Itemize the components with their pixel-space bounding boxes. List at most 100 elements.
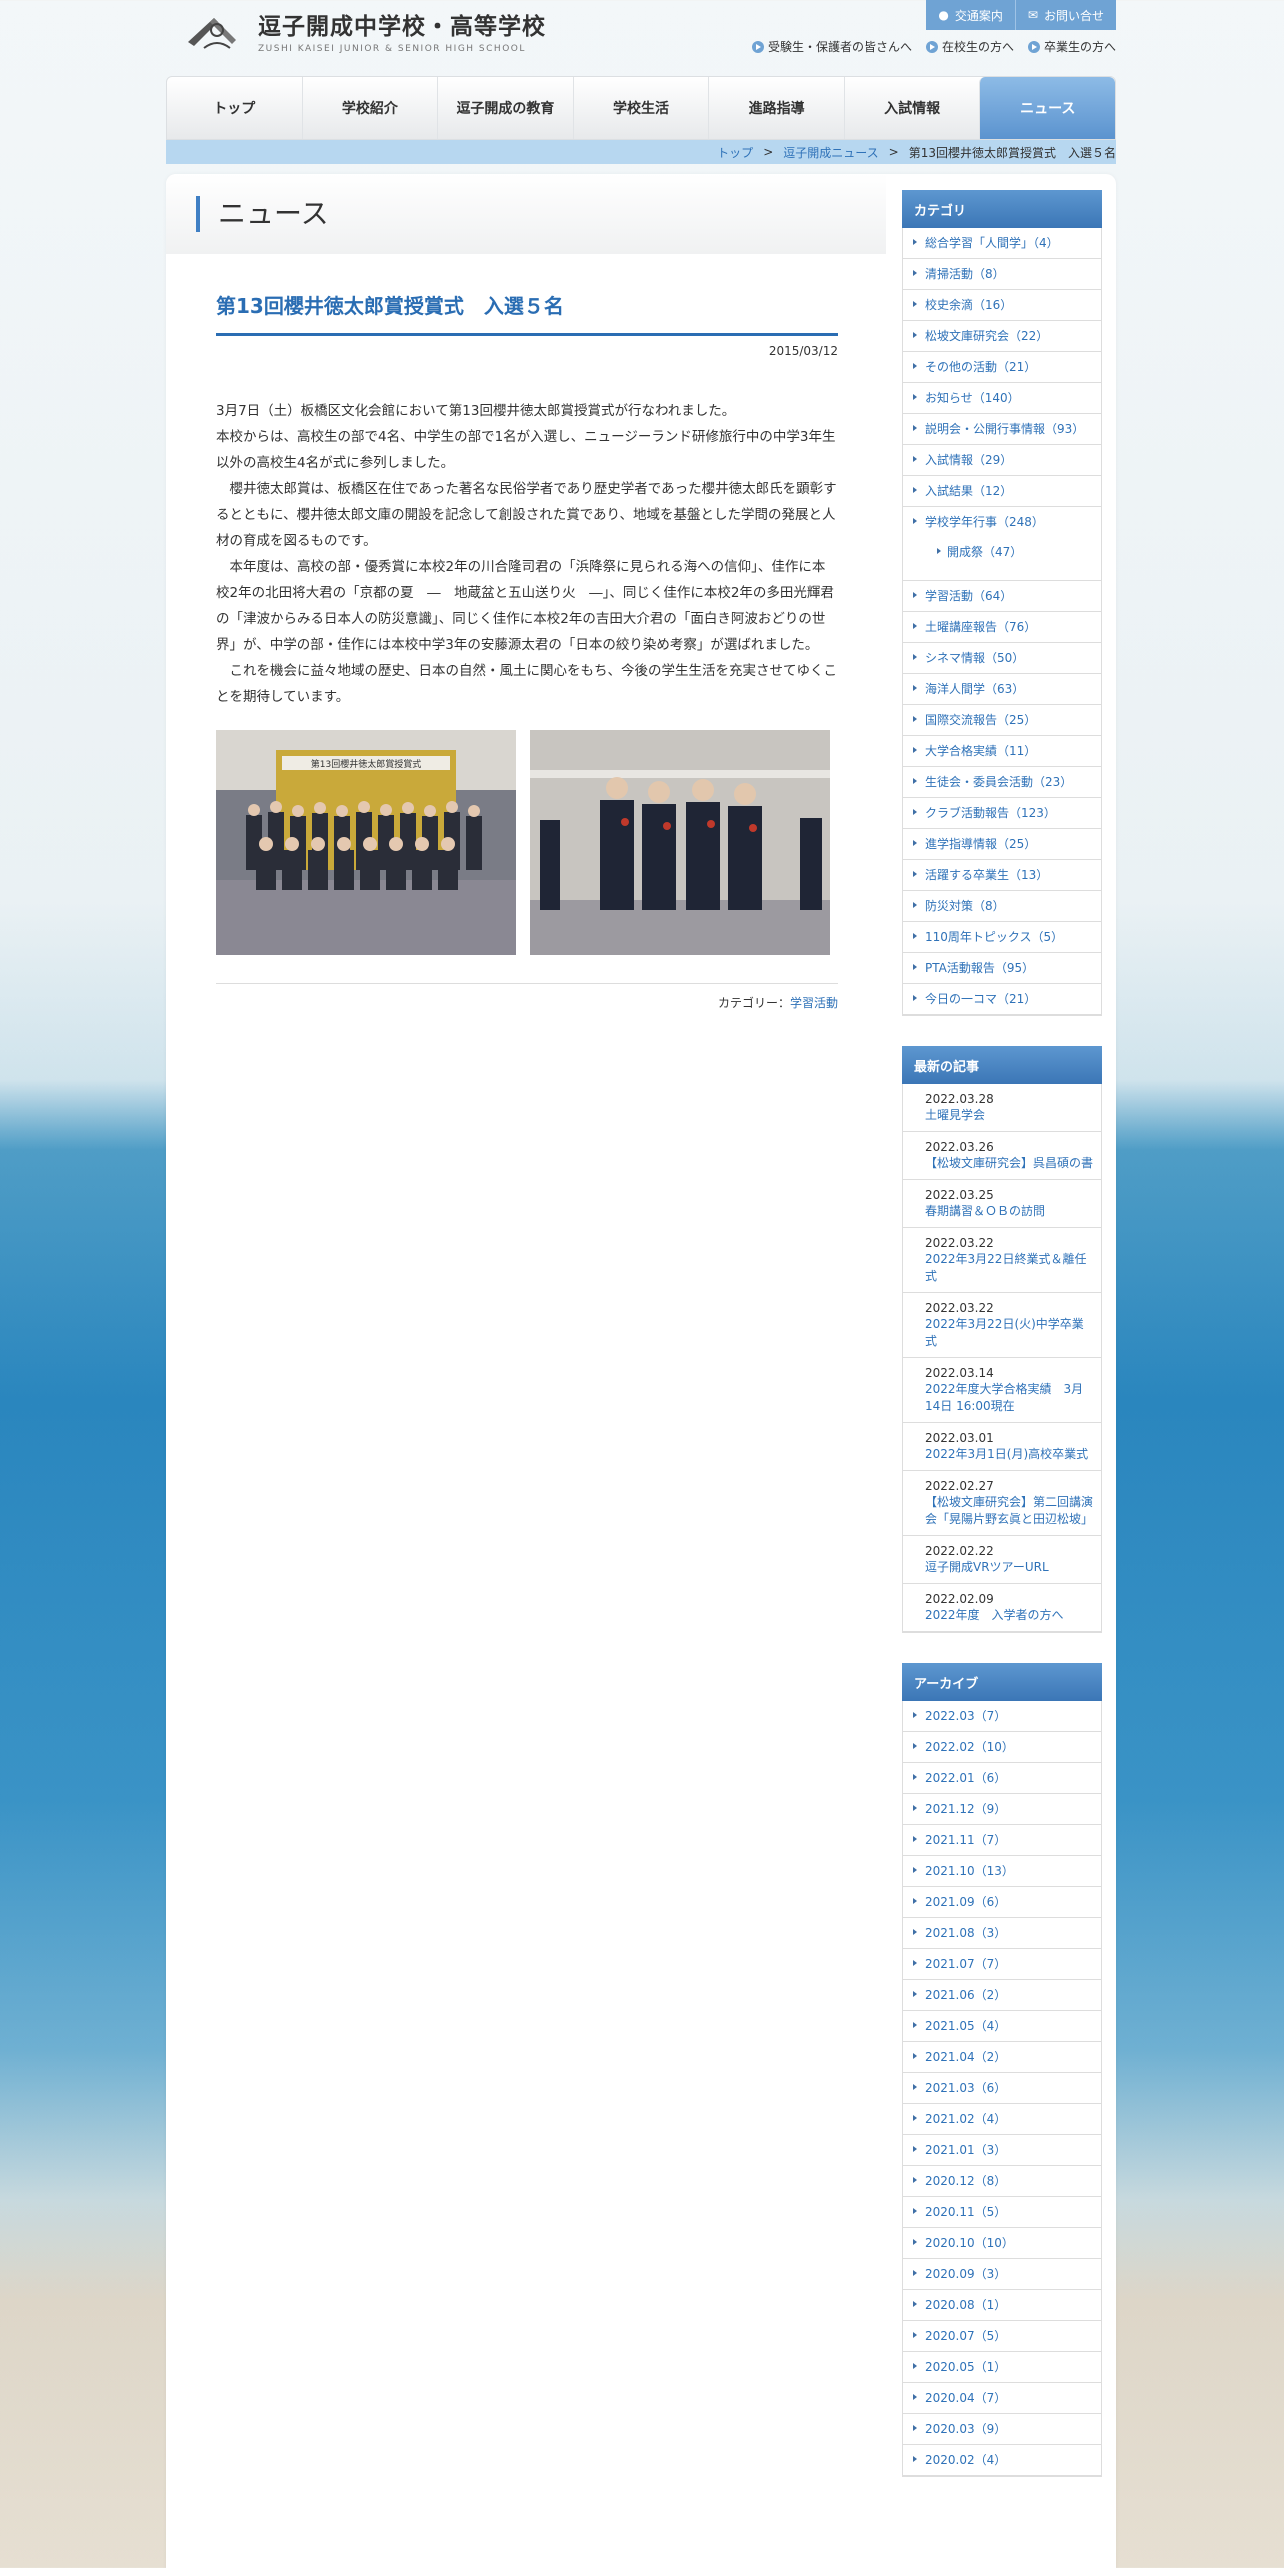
breadcrumb-current: 第13回櫻井徳太郎賞授賞式 入選５名 xyxy=(908,145,1116,160)
archive-item[interactable]: 2020.02（4） xyxy=(903,2445,1101,2476)
recent-title[interactable]: 春期講習＆ＯＢの訪問 xyxy=(925,1203,1093,1220)
category-item[interactable]: その他の活動（21） xyxy=(903,352,1101,383)
nav-news[interactable]: ニュース xyxy=(979,77,1116,139)
category-link[interactable]: 学習活動 xyxy=(790,996,838,1010)
recent-title[interactable]: 2022年3月22日終業式＆離任式 xyxy=(925,1251,1093,1285)
recent-item[interactable]: 2022.03.26 【松坡文庫研究会】呉昌碩の書 xyxy=(903,1132,1101,1180)
category-item[interactable]: 防災対策（8） xyxy=(903,891,1101,922)
archive-item[interactable]: 2022.02（10） xyxy=(903,1732,1101,1763)
archive-item[interactable]: 2020.10（10） xyxy=(903,2228,1101,2259)
archive-item[interactable]: 2020.11（5） xyxy=(903,2197,1101,2228)
recent-item[interactable]: 2022.03.22 2022年3月22日終業式＆離任式 xyxy=(903,1228,1101,1293)
archive-item[interactable]: 2021.10（13） xyxy=(903,1856,1101,1887)
recent-item[interactable]: 2022.02.22 逗子開成VRツアーURL xyxy=(903,1536,1101,1584)
category-item[interactable]: 総合学習「人間学」（4） xyxy=(903,228,1101,259)
recent-item[interactable]: 2022.03.28 土曜見学会 xyxy=(903,1084,1101,1132)
photo-students[interactable] xyxy=(530,730,830,955)
archive-item[interactable]: 2021.08（3） xyxy=(903,1918,1101,1949)
archive-item[interactable]: 2020.08（1） xyxy=(903,2290,1101,2321)
archive-item[interactable]: 2020.12（8） xyxy=(903,2166,1101,2197)
recent-date: 2022.03.01 xyxy=(925,1431,994,1445)
category-item[interactable]: クラブ活動報告（123） xyxy=(903,798,1101,829)
category-item[interactable]: シネマ情報（50） xyxy=(903,643,1101,674)
recent-item[interactable]: 2022.02.09 2022年度 入学者の方へ xyxy=(903,1584,1101,1632)
category-item[interactable]: 110周年トピックス（5） xyxy=(903,922,1101,953)
breadcrumb-top[interactable]: トップ xyxy=(717,144,753,161)
access-button[interactable]: ● 交通案内 xyxy=(926,0,1015,30)
category-item[interactable]: 活躍する卒業生（13） xyxy=(903,860,1101,891)
category-item[interactable]: 学校学年行事（248） xyxy=(903,507,1101,537)
recent-item[interactable]: 2022.03.25 春期講習＆ＯＢの訪問 xyxy=(903,1180,1101,1228)
breadcrumb-separator: > xyxy=(763,145,774,159)
nav-admission[interactable]: 入試情報 xyxy=(843,77,980,139)
category-item[interactable]: 学習活動（64） xyxy=(903,581,1101,612)
category-item[interactable]: 校史余滴（16） xyxy=(903,290,1101,321)
site-logo[interactable]: 逗子開成中学校・高等学校 ZUSHI KAISEI JUNIOR & SENIO… xyxy=(184,12,546,54)
archive-item[interactable]: 2021.04（2） xyxy=(903,2042,1101,2073)
recent-title[interactable]: 【松坡文庫研究会】第二回講演会「晃陽片野玄眞と田辺松坡」 xyxy=(925,1494,1093,1528)
archive-item[interactable]: 2021.07（7） xyxy=(903,1949,1101,1980)
article-footer: カテゴリー：学習活動 xyxy=(216,983,838,1011)
recent-date: 2022.02.27 xyxy=(925,1479,994,1493)
nav-career[interactable]: 進路指導 xyxy=(708,77,844,139)
arrow-circle-icon xyxy=(751,40,764,53)
category-item[interactable]: お知らせ（140） xyxy=(903,383,1101,414)
recent-title[interactable]: 2022年度大学合格実績 3月14日 16:00現在 xyxy=(925,1381,1093,1415)
archive-item[interactable]: 2020.04（7） xyxy=(903,2383,1101,2414)
archive-item[interactable]: 2021.12（9） xyxy=(903,1794,1101,1825)
nav-education[interactable]: 逗子開成の教育 xyxy=(437,77,573,139)
archive-item[interactable]: 2021.03（6） xyxy=(903,2073,1101,2104)
category-item[interactable]: 清掃活動（8） xyxy=(903,259,1101,290)
archive-item[interactable]: 2020.09（3） xyxy=(903,2259,1101,2290)
archive-item[interactable]: 2021.09（6） xyxy=(903,1887,1101,1918)
global-nav: トップ 学校紹介 逗子開成の教育 学校生活 進路指導 入試情報 ニュース xyxy=(166,76,1116,140)
contact-button[interactable]: ✉ お問い合せ xyxy=(1014,0,1116,30)
recent-item[interactable]: 2022.02.27 【松坡文庫研究会】第二回講演会「晃陽片野玄眞と田辺松坡」 xyxy=(903,1471,1101,1536)
recent-title[interactable]: 逗子開成VRツアーURL xyxy=(925,1559,1093,1576)
category-subitem[interactable]: 開成祭（47） xyxy=(903,537,1101,581)
category-item[interactable]: 説明会・公開行事情報（93） xyxy=(903,414,1101,445)
mail-icon: ✉ xyxy=(1027,8,1038,22)
archive-item[interactable]: 2021.05（4） xyxy=(903,2011,1101,2042)
link-students[interactable]: 在校生の方へ xyxy=(925,38,1014,55)
archive-item[interactable]: 2020.05（1） xyxy=(903,2352,1101,2383)
nav-about[interactable]: 学校紹介 xyxy=(301,77,438,139)
archive-item[interactable]: 2021.01（3） xyxy=(903,2135,1101,2166)
article-paragraph: 櫻井徳太郎賞は、板橋区在住であった著名な民俗学者であり歴史学者であった櫻井徳太郎… xyxy=(216,481,837,549)
article-paragraph: これを機会に益々地域の歴史、日本の自然・風土に関心をもち、今後の学生生活を充実さ… xyxy=(216,663,837,705)
nav-top[interactable]: トップ xyxy=(167,77,302,139)
archive-item[interactable]: 2021.11（7） xyxy=(903,1825,1101,1856)
recent-title[interactable]: 2022年度 入学者の方へ xyxy=(925,1607,1093,1624)
link-alumni[interactable]: 卒業生の方へ xyxy=(1027,38,1116,55)
link-applicants[interactable]: 受験生・保護者の皆さんへ xyxy=(751,38,912,55)
category-item[interactable]: 国際交流報告（25） xyxy=(903,705,1101,736)
category-item[interactable]: 大学合格実績（11） xyxy=(903,736,1101,767)
category-item[interactable]: 土曜講座報告（76） xyxy=(903,612,1101,643)
photo-group-ceremony[interactable]: 第13回櫻井徳太郎賞授賞式 xyxy=(216,730,516,955)
recent-title[interactable]: 土曜見学会 xyxy=(925,1107,1093,1124)
category-item[interactable]: 入試情報（29） xyxy=(903,445,1101,476)
category-item[interactable]: 松坡文庫研究会（22） xyxy=(903,321,1101,352)
archive-item[interactable]: 2020.07（5） xyxy=(903,2321,1101,2352)
recent-title[interactable]: 2022年3月1日(月)高校卒業式 xyxy=(925,1446,1093,1463)
recent-item[interactable]: 2022.03.22 2022年3月22日(火)中学卒業式 xyxy=(903,1293,1101,1358)
recent-item[interactable]: 2022.03.01 2022年3月1日(月)高校卒業式 xyxy=(903,1423,1101,1471)
nav-school-life[interactable]: 学校生活 xyxy=(572,77,709,139)
category-item[interactable]: 今日の一コマ（21） xyxy=(903,984,1101,1015)
recent-date: 2022.02.09 xyxy=(925,1592,994,1606)
category-item[interactable]: 海洋人間学（63） xyxy=(903,674,1101,705)
recent-title[interactable]: 【松坡文庫研究会】呉昌碩の書 xyxy=(925,1155,1093,1172)
archive-item[interactable]: 2020.03（9） xyxy=(903,2414,1101,2445)
category-item[interactable]: 生徒会・委員会活動（23） xyxy=(903,767,1101,798)
archive-item[interactable]: 2022.01（6） xyxy=(903,1763,1101,1794)
archive-item[interactable]: 2021.06（2） xyxy=(903,1980,1101,2011)
recent-item[interactable]: 2022.03.14 2022年度大学合格実績 3月14日 16:00現在 xyxy=(903,1358,1101,1423)
archive-item[interactable]: 2022.03（7） xyxy=(903,1701,1101,1732)
category-item[interactable]: 入試結果（12） xyxy=(903,476,1101,507)
category-item[interactable]: PTA活動報告（95） xyxy=(903,953,1101,984)
breadcrumb-news[interactable]: 逗子開成ニュース xyxy=(783,144,878,161)
recent-title[interactable]: 2022年3月22日(火)中学卒業式 xyxy=(925,1316,1093,1350)
recent-date: 2022.03.14 xyxy=(925,1366,994,1380)
category-item[interactable]: 進学指導情報（25） xyxy=(903,829,1101,860)
archive-item[interactable]: 2021.02（4） xyxy=(903,2104,1101,2135)
